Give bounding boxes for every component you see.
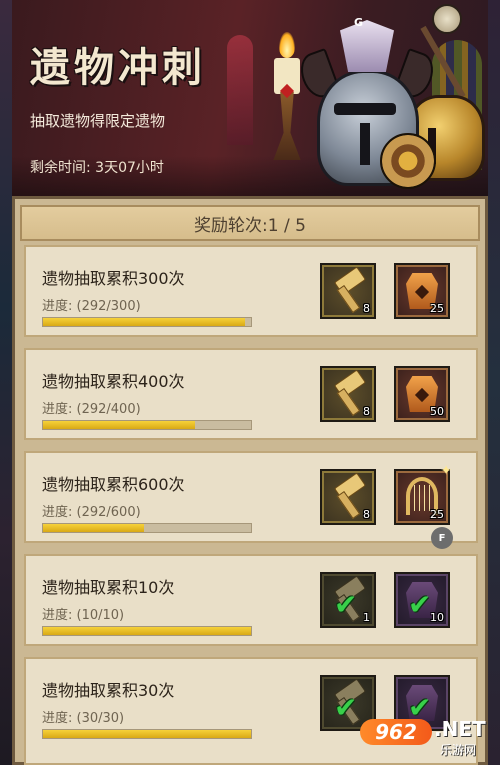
progress-bar [42, 523, 252, 533]
watermark-site: 乐游网 [440, 743, 477, 757]
left-background-strip [0, 0, 12, 765]
time-remaining: 剩余时间: 3天07小时 [30, 160, 164, 176]
candle-stand-icon [273, 92, 301, 160]
progress-bar [42, 626, 252, 636]
event-title: 遗物冲刺 [30, 45, 206, 91]
jester-mask-icon [340, 20, 394, 72]
reward-armor-claimed[interactable]: ✔ 10 [394, 572, 450, 628]
reward-harp[interactable]: ✦ 25 [394, 463, 452, 525]
task-title: 遗物抽取累积10次 [42, 578, 175, 597]
reward-hammer[interactable]: 8 [320, 263, 376, 319]
task-card: 遗物抽取累积600次 进度: (292/600) 8 ✦ 25 [24, 451, 478, 543]
reward-count: 1 [363, 611, 370, 624]
event-subtitle: 抽取遗物得限定遗物 [30, 112, 166, 130]
event-banner: 遗物冲刺 抽取遗物得限定遗物 剩余时间: 3天07小时 [12, 0, 488, 198]
reward-count: 8 [363, 405, 370, 418]
task-progress-text: 进度: (10/10) [42, 608, 125, 623]
reward-hammer-claimed[interactable]: ✔ 1 [320, 572, 376, 628]
task-progress-text: 进度: (292/300) [42, 299, 141, 314]
task-title: 遗物抽取累积600次 [42, 475, 185, 494]
reward-count: 25 [430, 302, 444, 315]
right-background-strip [488, 0, 500, 765]
progress-bar-fill [43, 421, 195, 429]
site-watermark: 962 .NET 乐游网 [360, 715, 494, 759]
check-icon: ✔ [334, 691, 358, 724]
task-progress-text: 进度: (292/400) [42, 402, 141, 417]
candle-flame-icon [279, 32, 295, 58]
progress-bar [42, 317, 252, 327]
progress-bar [42, 729, 252, 739]
task-card: 遗物抽取累积400次 进度: (292/400) 8 50 [24, 348, 478, 440]
f-badge[interactable]: F [431, 527, 453, 549]
watermark-net: .NET [434, 717, 486, 741]
reward-round-header: 奖励轮次:1 / 5 [20, 205, 480, 241]
reward-count: 8 [363, 302, 370, 315]
skull-icon [432, 4, 462, 34]
watermark-logo: 962 [360, 719, 432, 745]
reward-count: 8 [363, 508, 370, 521]
task-progress-text: 进度: (30/30) [42, 711, 125, 726]
task-title: 遗物抽取累积400次 [42, 372, 185, 391]
task-title: 遗物抽取累积300次 [42, 269, 185, 288]
task-progress-text: 进度: (292/600) [42, 505, 141, 520]
reward-hammer[interactable]: 8 [320, 469, 376, 525]
reward-hammer[interactable]: 8 [320, 366, 376, 422]
stained-glass-window [227, 35, 253, 145]
progress-bar-fill [43, 524, 145, 532]
check-icon: ✔ [408, 588, 432, 621]
progress-bar-fill [43, 318, 246, 326]
reward-armor[interactable]: 25 [394, 263, 450, 319]
task-card: 遗物抽取累积10次 进度: (10/10) ✔ 1 ✔ 10 [24, 554, 478, 646]
reward-count: 50 [430, 405, 444, 418]
task-card: 遗物抽取累积300次 进度: (292/300) 8 25 [24, 245, 478, 337]
reward-count: 10 [430, 611, 444, 624]
progress-bar-fill [43, 730, 251, 738]
reward-armor[interactable]: 50 [394, 366, 450, 422]
progress-bar [42, 420, 252, 430]
check-icon: ✔ [334, 588, 358, 621]
progress-bar-fill [43, 627, 251, 635]
shield-icon [380, 133, 436, 189]
corner-mark: G [354, 16, 364, 29]
reward-count: 25 [430, 508, 444, 521]
task-title: 遗物抽取累积30次 [42, 681, 175, 700]
sparkle-icon: ✦ [440, 463, 452, 479]
